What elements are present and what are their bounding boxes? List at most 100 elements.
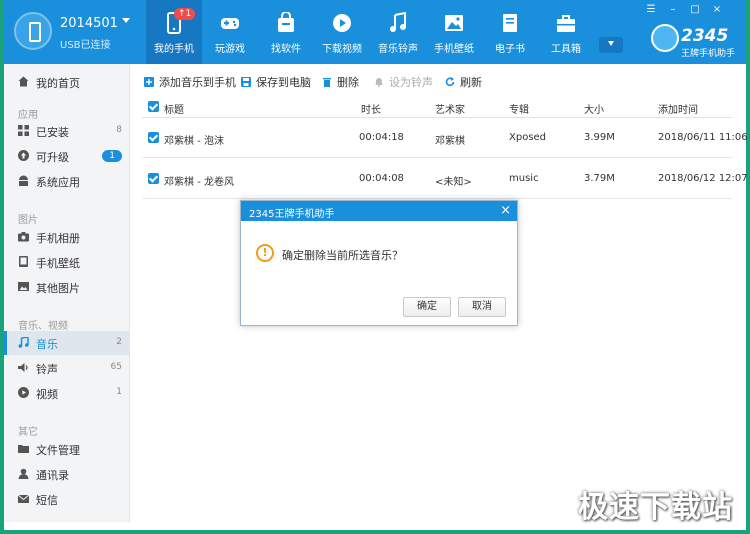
account-panel[interactable]: 2014501 USB已连接 — [14, 10, 144, 54]
item-count: 2 — [116, 337, 122, 347]
dialog-close-button[interactable]: × — [500, 203, 511, 218]
home-icon — [18, 76, 29, 87]
column-album[interactable]: 专辑 — [509, 101, 529, 116]
account-name: 2014501 — [60, 16, 118, 31]
maximize-button[interactable]: □ — [688, 4, 702, 16]
column-duration[interactable]: 时长 — [361, 101, 381, 116]
sidebar-item-music[interactable]: 音乐 2 — [4, 331, 130, 355]
toolbox-icon — [557, 15, 575, 32]
cell-title: 邓紫棋 - 泡沫 — [164, 136, 224, 147]
sidebar-item-wallpapers[interactable]: 手机壁纸 — [4, 250, 130, 274]
tab-games[interactable]: 玩游戏 — [202, 0, 258, 64]
sidebar-item-file-manager[interactable]: 文件管理 — [4, 437, 130, 461]
tab-software[interactable]: 找软件 — [258, 0, 314, 64]
sidebar-item-label: 音乐 — [36, 338, 58, 351]
row-checkbox[interactable] — [148, 132, 159, 143]
toolbar: 添加音乐到手机 保存到电脑 删除 设为铃声 刷新 — [130, 64, 746, 96]
chevron-down-icon[interactable] — [122, 18, 130, 23]
sidebar-item-photos[interactable]: 手机相册 — [4, 225, 130, 249]
cell-title: 邓紫棋 - 龙卷风 — [164, 177, 234, 188]
bell-icon — [375, 78, 383, 87]
sidebar-item-label: 短信 — [36, 494, 58, 507]
item-count: 65 — [110, 362, 122, 372]
cell-size: 3.79M — [584, 173, 615, 184]
save-to-pc-button[interactable]: 保存到电脑 — [241, 74, 311, 90]
table-row[interactable]: 邓紫棋 - 龙卷风 00:04:08 <未知> music 3.79M 2018… — [142, 159, 748, 199]
tab-label: 电子书 — [495, 44, 525, 55]
sidebar-item-label: 我的首页 — [36, 77, 80, 90]
column-artist[interactable]: 艺术家 — [435, 101, 465, 116]
add-music-button[interactable]: 添加音乐到手机 — [144, 74, 236, 90]
tab-label: 音乐铃声 — [378, 44, 418, 55]
save-icon — [241, 77, 251, 87]
upgrade-icon — [18, 150, 29, 161]
wallpaper-icon — [19, 256, 28, 267]
camera-icon — [18, 232, 29, 242]
tab-videos[interactable]: 下载视频 — [314, 0, 370, 64]
sidebar-item-label: 已安装 — [36, 126, 69, 139]
sidebar-item-system-apps[interactable]: 系统应用 — [4, 169, 130, 193]
select-all-checkbox[interactable] — [148, 101, 159, 112]
brand-logo: 2345 王牌手机助手 — [647, 22, 747, 59]
sidebar-item-label: 文件管理 — [36, 444, 80, 457]
android-icon — [19, 175, 28, 186]
app-window: 2014501 USB已连接 ↑1 我的手机 玩游戏 找软件 下载视频 音乐铃声… — [0, 0, 750, 534]
tab-label: 工具箱 — [551, 44, 581, 55]
shopping-bag-icon — [278, 12, 294, 32]
plus-square-icon — [144, 77, 154, 87]
window-controls: ☰ – □ × — [644, 4, 724, 16]
sidebar-item-installed[interactable]: 已安装 8 — [4, 119, 130, 143]
connection-status: USB已连接 — [60, 40, 111, 51]
dialog-title-bar: 2345王牌手机助手 × — [241, 201, 517, 221]
warning-icon: ! — [256, 244, 274, 262]
table-row[interactable]: 邓紫棋 - 泡沫 00:04:18 邓紫棋 Xposed 3.99M 2018/… — [142, 118, 748, 158]
music-note-icon — [18, 337, 29, 348]
folder-icon — [18, 445, 29, 453]
sidebar-item-label: 手机壁纸 — [36, 257, 80, 270]
tab-toolbox[interactable]: 工具箱 — [538, 0, 594, 64]
column-added-time[interactable]: 添加时间 — [658, 101, 698, 116]
cancel-button[interactable]: 取消 — [458, 297, 506, 317]
column-title[interactable]: 标题 — [164, 101, 184, 116]
sidebar-item-label: 可升级 — [36, 151, 69, 164]
download-manager-button[interactable] — [599, 37, 623, 53]
confirm-button[interactable]: 确定 — [403, 297, 451, 317]
sidebar-item-upgradable[interactable]: 可升级 1 — [4, 144, 130, 168]
tab-music[interactable]: 音乐铃声 — [370, 0, 426, 64]
envelope-icon — [18, 494, 29, 503]
sidebar: 我的首页 应用 已安装 8 可升级 1 系统应用 图片 手机相册 手机壁纸 其他 — [4, 64, 130, 522]
sidebar-item-other-pictures[interactable]: 其他图片 — [4, 275, 130, 299]
video-play-icon — [18, 387, 29, 398]
cell-size: 3.99M — [584, 132, 615, 143]
sidebar-item-ringtones[interactable]: 铃声 65 — [4, 356, 130, 380]
refresh-button[interactable]: 刷新 — [445, 74, 482, 90]
close-button[interactable]: × — [710, 4, 724, 16]
section-heading-pictures: 图片 — [18, 215, 38, 226]
sidebar-item-label: 视频 — [36, 388, 58, 401]
sidebar-item-videos[interactable]: 视频 1 — [4, 381, 130, 405]
add-music-label: 添加音乐到手机 — [159, 76, 236, 89]
sidebar-item-home[interactable]: 我的首页 — [4, 70, 130, 94]
column-size[interactable]: 大小 — [584, 101, 604, 116]
set-ringtone-button[interactable]: 设为铃声 — [374, 74, 433, 90]
delete-button[interactable]: 删除 — [322, 74, 359, 90]
tab-ebooks[interactable]: 电子书 — [482, 0, 538, 64]
brand-number: 2345 — [681, 26, 729, 46]
update-badge: ↑1 — [174, 8, 196, 20]
tab-my-phone[interactable]: ↑1 我的手机 — [146, 0, 202, 64]
sidebar-item-sms[interactable]: 短信 — [4, 487, 130, 511]
cell-duration: 00:04:08 — [359, 173, 404, 184]
row-checkbox[interactable] — [148, 173, 159, 184]
minimize-button[interactable]: – — [666, 4, 680, 16]
sidebar-item-contacts[interactable]: 通讯录 — [4, 462, 130, 486]
sidebar-item-label: 手机相册 — [36, 232, 80, 245]
item-count: 1 — [116, 387, 122, 397]
tab-wallpapers[interactable]: 手机壁纸 — [426, 0, 482, 64]
upgrade-count-badge: 1 — [102, 150, 122, 162]
site-watermark: 极速下载站 — [578, 490, 733, 525]
tab-label: 下载视频 — [322, 44, 362, 55]
tab-label: 手机壁纸 — [434, 44, 474, 55]
sidebar-item-label: 其他图片 — [36, 282, 80, 295]
skin-menu-icon[interactable]: ☰ — [644, 4, 658, 16]
sidebar-item-label: 系统应用 — [36, 176, 80, 189]
